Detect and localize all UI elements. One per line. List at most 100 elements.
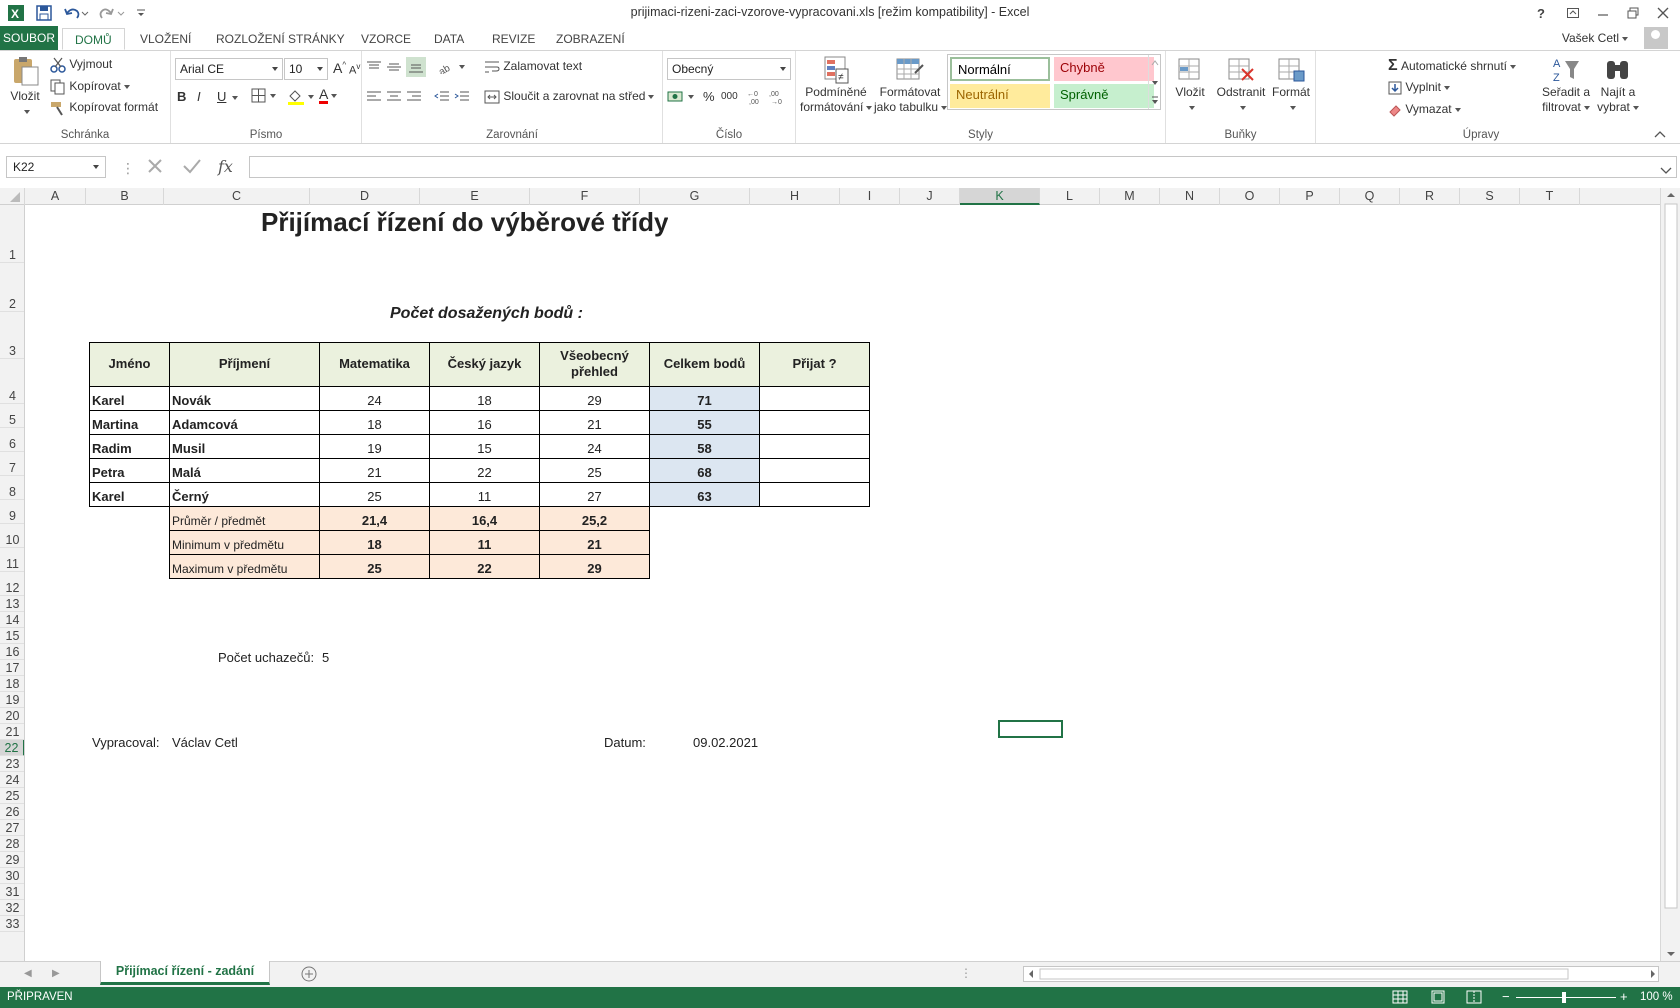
active-cell[interactable]: [998, 720, 1063, 738]
row-header-23[interactable]: 23: [0, 756, 24, 772]
undo-icon[interactable]: [62, 3, 90, 23]
style-normal[interactable]: Normální: [950, 57, 1050, 81]
row-header-17[interactable]: 17: [0, 660, 24, 676]
cell-total[interactable]: 68: [649, 458, 760, 483]
align-right-button[interactable]: [406, 89, 422, 104]
increase-indent-button[interactable]: [454, 89, 470, 104]
cell-first[interactable]: Karel: [89, 482, 170, 507]
cell-last[interactable]: Musil: [169, 434, 320, 459]
row-header-29[interactable]: 29: [0, 852, 24, 868]
sort-filter-button[interactable]: AZ Seřadit a filtrovat: [1540, 55, 1592, 115]
row-header-4[interactable]: 4: [0, 359, 24, 404]
row-header-32[interactable]: 32: [0, 900, 24, 916]
number-format-select[interactable]: Obecný: [667, 58, 791, 80]
row-header-3[interactable]: 3: [0, 312, 24, 359]
cell-total[interactable]: 63: [649, 482, 760, 507]
column-header-r[interactable]: R: [1400, 188, 1460, 205]
column-header-e[interactable]: E: [420, 188, 530, 205]
stat-general[interactable]: 29: [539, 554, 650, 579]
row-header-26[interactable]: 26: [0, 804, 24, 820]
cell-math[interactable]: 25: [319, 482, 430, 507]
stat-czech[interactable]: 11: [429, 530, 540, 555]
autosum-button[interactable]: Σ Automatické shrnutí: [1388, 57, 1517, 75]
tab-insert[interactable]: VLOŽENÍ: [140, 28, 191, 50]
cell-czech[interactable]: 16: [429, 410, 540, 435]
align-center-button[interactable]: [386, 89, 402, 104]
zoom-in-button[interactable]: +: [1620, 989, 1628, 1004]
sheet-splitter-icon[interactable]: ⋮: [960, 966, 972, 980]
cell-general[interactable]: 27: [539, 482, 650, 507]
conditional-formatting-button[interactable]: ≠ Podmíněné formátování: [800, 55, 873, 115]
cell-general[interactable]: 29: [539, 386, 650, 411]
gallery-scroll[interactable]: [1148, 55, 1160, 109]
row-header-6[interactable]: 6: [0, 428, 24, 452]
tab-home[interactable]: DOMŮ: [62, 28, 125, 50]
restore-icon[interactable]: [1624, 3, 1642, 23]
normal-view-button[interactable]: [1392, 990, 1408, 1007]
row-header-1[interactable]: 1: [0, 205, 24, 263]
next-sheet-icon[interactable]: ▶: [52, 968, 60, 979]
stat-czech[interactable]: 22: [429, 554, 540, 579]
font-name-select[interactable]: Arial CE: [175, 58, 283, 80]
name-box[interactable]: K22: [6, 156, 106, 178]
column-header-i[interactable]: I: [840, 188, 900, 205]
column-header-s[interactable]: S: [1460, 188, 1520, 205]
column-header-l[interactable]: L: [1040, 188, 1100, 205]
cell-general[interactable]: 25: [539, 458, 650, 483]
paste-button[interactable]: Vložit: [6, 55, 44, 119]
column-header-c[interactable]: C: [164, 188, 310, 205]
worksheet-grid[interactable]: Přijímací řízení do výběrové třídy Počet…: [25, 205, 1660, 961]
row-header-7[interactable]: 7: [0, 452, 24, 476]
cell-math[interactable]: 21: [319, 458, 430, 483]
row-header-8[interactable]: 8: [0, 476, 24, 500]
merge-center-button[interactable]: Sloučit a zarovnat na střed: [484, 89, 655, 104]
redo-icon[interactable]: [98, 3, 126, 23]
row-header-18[interactable]: 18: [0, 676, 24, 692]
cell-first[interactable]: Petra: [89, 458, 170, 483]
cell-admitted[interactable]: [759, 434, 870, 459]
cell-first[interactable]: Martina: [89, 410, 170, 435]
column-header-h[interactable]: H: [750, 188, 840, 205]
row-header-10[interactable]: 10: [0, 524, 24, 548]
style-bad[interactable]: Chybně: [1054, 57, 1154, 81]
column-header-q[interactable]: Q: [1340, 188, 1400, 205]
cell-last[interactable]: Adamcová: [169, 410, 320, 435]
tab-data[interactable]: DATA: [434, 28, 464, 50]
tab-review[interactable]: REVIZE: [492, 28, 535, 50]
row-header-30[interactable]: 30: [0, 868, 24, 884]
row-header-31[interactable]: 31: [0, 884, 24, 900]
page-break-view-button[interactable]: [1466, 990, 1482, 1007]
underline-button[interactable]: U: [217, 89, 226, 104]
stat-math[interactable]: 25: [319, 554, 430, 579]
format-cells-button[interactable]: Formát: [1270, 55, 1312, 115]
column-header-m[interactable]: M: [1100, 188, 1160, 205]
row-header-12[interactable]: 12: [0, 572, 24, 596]
cell-czech[interactable]: 22: [429, 458, 540, 483]
bold-button[interactable]: B: [177, 89, 186, 104]
cell-czech[interactable]: 15: [429, 434, 540, 459]
zoom-out-button[interactable]: −: [1502, 989, 1510, 1004]
align-bottom-button[interactable]: [406, 57, 426, 77]
orientation-button[interactable]: ab: [438, 59, 465, 74]
percent-button[interactable]: %: [703, 89, 715, 104]
zoom-slider-thumb[interactable]: [1562, 992, 1566, 1003]
row-header-2[interactable]: 2: [0, 263, 24, 312]
minimize-icon[interactable]: [1594, 3, 1612, 23]
clear-button[interactable]: Vymazat: [1388, 102, 1461, 117]
add-sheet-button[interactable]: [300, 965, 318, 986]
thousands-button[interactable]: 000: [721, 91, 738, 102]
cell-first[interactable]: Radim: [89, 434, 170, 459]
row-header-24[interactable]: 24: [0, 772, 24, 788]
tab-file[interactable]: SOUBOR: [0, 26, 58, 50]
cell-admitted[interactable]: [759, 482, 870, 507]
column-header-o[interactable]: O: [1220, 188, 1280, 205]
fill-button[interactable]: Vyplnit: [1388, 80, 1450, 95]
row-header-25[interactable]: 25: [0, 788, 24, 804]
column-header-t[interactable]: T: [1520, 188, 1580, 205]
find-select-button[interactable]: Najít a vybrat: [1596, 55, 1640, 115]
cell-admitted[interactable]: [759, 386, 870, 411]
stat-label[interactable]: Maximum v předmětu: [169, 554, 320, 579]
cell-math[interactable]: 19: [319, 434, 430, 459]
cell-math[interactable]: 18: [319, 410, 430, 435]
stat-general[interactable]: 25,2: [539, 506, 650, 531]
